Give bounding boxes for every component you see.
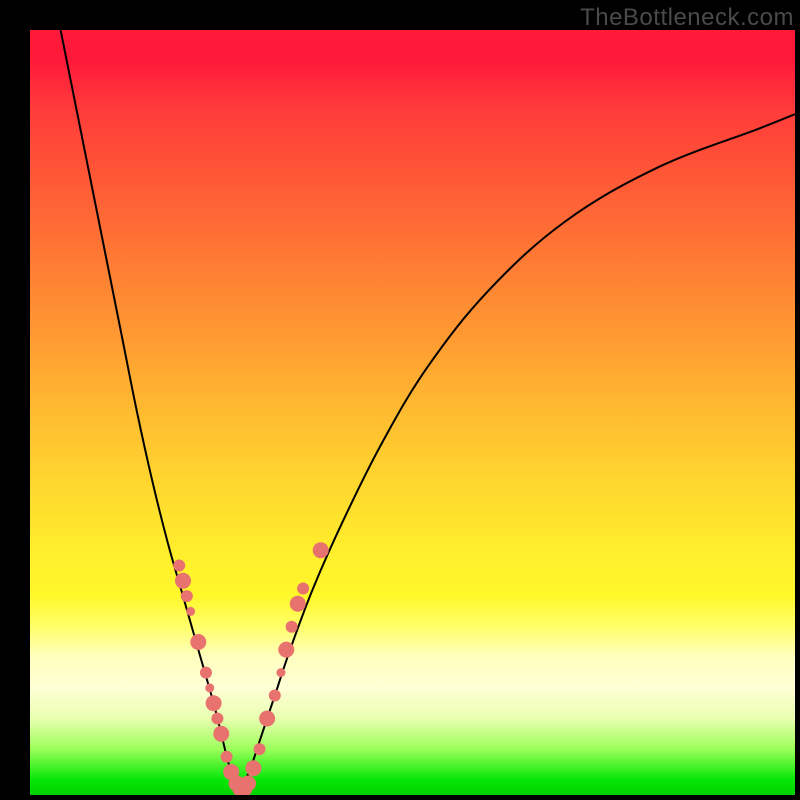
plot-area: [30, 30, 795, 795]
chart-frame: TheBottleneck.com: [0, 0, 800, 800]
watermark-text: TheBottleneck.com: [580, 4, 794, 32]
